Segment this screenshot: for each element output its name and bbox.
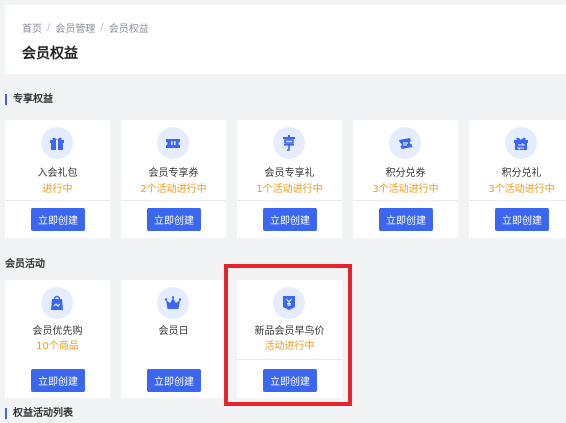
card-name: 积分兑礼 bbox=[501, 168, 542, 179]
card-divider bbox=[353, 200, 458, 201]
section-title-exclusive: 专享权益 bbox=[5, 94, 53, 105]
page-title: 会员权益 bbox=[22, 46, 78, 62]
card-divider bbox=[121, 200, 226, 201]
card-status: 10个商品 bbox=[36, 341, 79, 352]
breadcrumb-separator: / bbox=[47, 22, 51, 33]
create-button[interactable]: 立即创建 bbox=[379, 208, 433, 231]
breadcrumb-home[interactable]: 首页 bbox=[22, 20, 42, 35]
section-title-list: 权益活动列表 bbox=[5, 408, 73, 419]
card-name: 会员专享券 bbox=[148, 168, 199, 179]
shopping-bag-icon bbox=[41, 287, 73, 319]
card-points-coupon: 积分兑券 3个活动进行中 立即创建 bbox=[353, 120, 458, 238]
card-status: 3个活动进行中 bbox=[372, 184, 439, 195]
create-button[interactable]: 立即创建 bbox=[147, 208, 201, 231]
gift-icon bbox=[41, 127, 73, 159]
page-header: 首页 / 会员管理 / 会员权益 会员权益 bbox=[5, 5, 566, 74]
breadcrumb-member-management[interactable]: 会员管理 bbox=[55, 20, 95, 35]
breadcrumb-separator: / bbox=[100, 22, 104, 33]
card-status: 3个活动进行中 bbox=[488, 184, 555, 195]
xiang-icon bbox=[273, 127, 305, 159]
card-name: 入会礼包 bbox=[37, 168, 78, 179]
create-button[interactable]: 立即创建 bbox=[31, 208, 85, 231]
card-priority-purchase: 会员优先购 10个商品 立即创建 bbox=[5, 280, 110, 398]
crown-icon bbox=[157, 287, 189, 319]
card-points-gift: 积分兑礼 3个活动进行中 立即创建 bbox=[469, 120, 566, 238]
card-status: 进行中 bbox=[42, 184, 73, 195]
points-coupon-icon bbox=[389, 127, 421, 159]
card-divider bbox=[469, 200, 566, 201]
create-button[interactable]: 立即创建 bbox=[147, 369, 201, 392]
card-status: 2个活动进行中 bbox=[140, 184, 207, 195]
card-join-gift: 入会礼包 进行中 立即创建 bbox=[5, 120, 110, 238]
card-name: 会员日 bbox=[158, 326, 189, 337]
card-name: 会员专享礼 bbox=[264, 168, 315, 179]
points-gift-icon bbox=[505, 127, 537, 159]
card-member-day: 会员日 立即创建 bbox=[121, 280, 226, 398]
card-name: 会员优先购 bbox=[32, 326, 83, 337]
breadcrumb: 首页 / 会员管理 / 会员权益 bbox=[22, 20, 149, 35]
card-divider bbox=[237, 200, 342, 201]
create-button[interactable]: 立即创建 bbox=[31, 369, 85, 392]
card-member-coupon: 会员专享券 2个活动进行中 立即创建 bbox=[121, 120, 226, 238]
create-button[interactable]: 立即创建 bbox=[263, 208, 317, 231]
create-button[interactable]: 立即创建 bbox=[495, 208, 549, 231]
section-title-activities: 会员活动 bbox=[5, 259, 45, 270]
card-divider bbox=[5, 200, 110, 201]
card-name: 积分兑券 bbox=[385, 168, 426, 179]
breadcrumb-member-benefits: 会员权益 bbox=[108, 24, 149, 35]
ticket-icon bbox=[157, 127, 189, 159]
highlight-box bbox=[224, 264, 352, 406]
card-status: 1个活动进行中 bbox=[256, 184, 323, 195]
card-member-gift: 会员专享礼 1个活动进行中 立即创建 bbox=[237, 120, 342, 238]
